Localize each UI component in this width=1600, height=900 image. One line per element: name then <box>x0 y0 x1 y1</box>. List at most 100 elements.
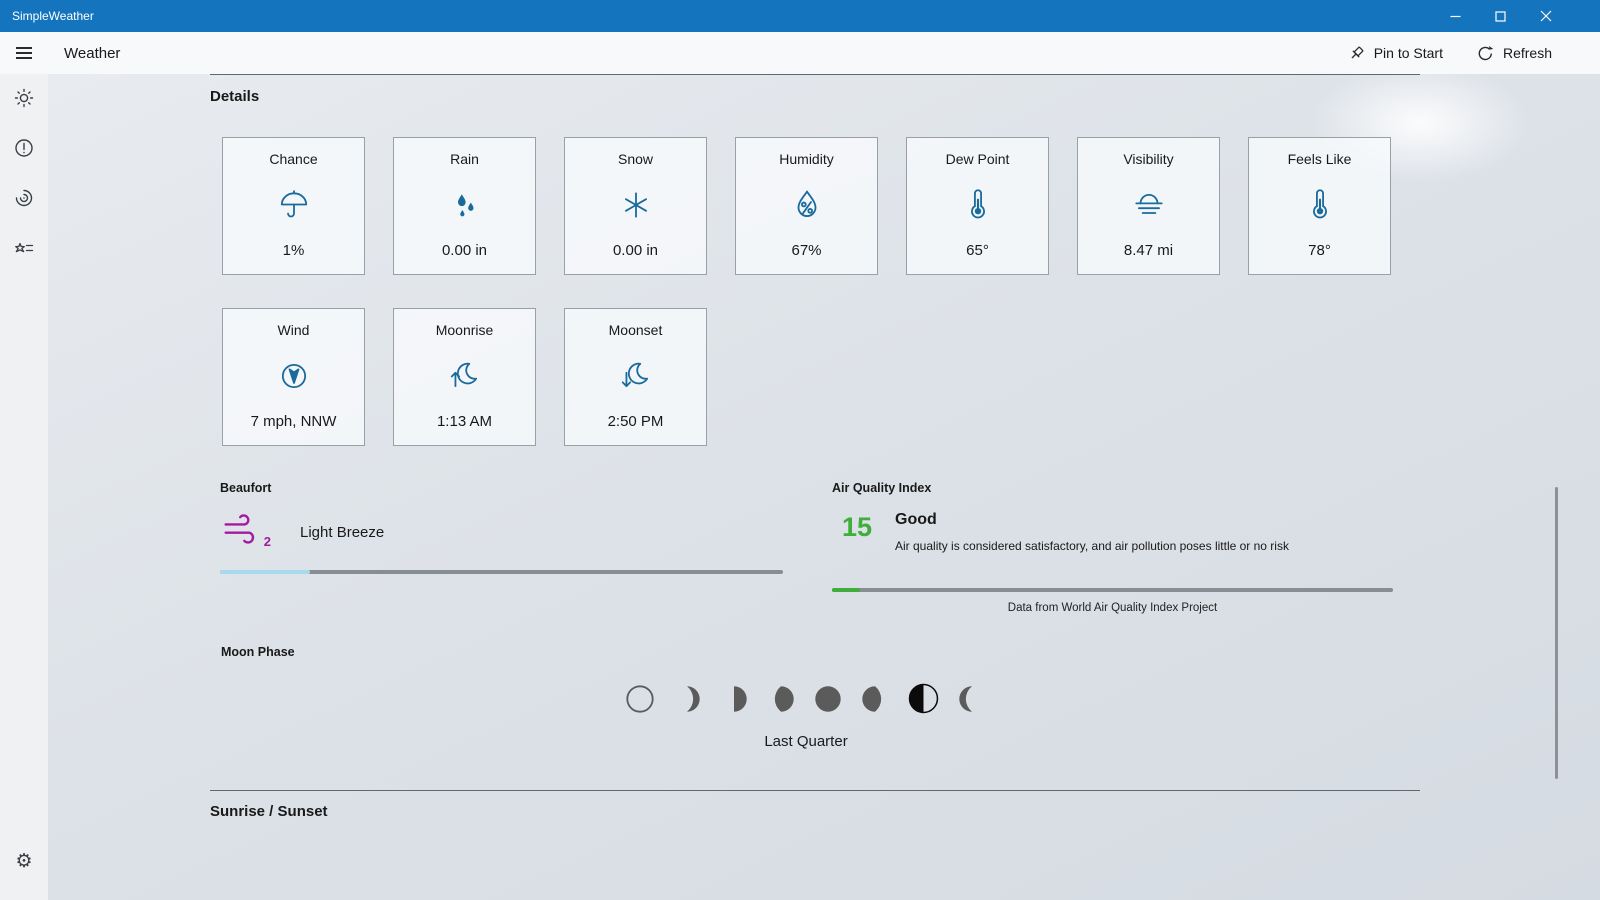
card-value: 2:50 PM <box>607 413 664 430</box>
sidebar-item-alerts[interactable] <box>13 137 35 159</box>
sidebar-item-favorites[interactable] <box>13 237 35 259</box>
card-label: Chance <box>269 151 318 167</box>
header-actions: Pin to Start Refresh <box>1348 45 1552 62</box>
aqi-progress-fill <box>832 588 861 592</box>
app-window: SimpleWeather Weather Pin to Start Refre… <box>0 0 1600 900</box>
sidebar-item-current-weather[interactable] <box>13 87 35 109</box>
beaufort-progress-fill <box>220 570 311 574</box>
scrollbar-thumb[interactable] <box>1555 487 1558 779</box>
detail-card-humidity: Humidity 67% <box>735 137 878 275</box>
moon-phase-waning-crescent-icon <box>957 684 987 714</box>
card-value: 65° <box>966 242 989 259</box>
refresh-button[interactable]: Refresh <box>1477 45 1552 62</box>
card-label: Wind <box>277 322 310 338</box>
details-cards-row-2: Wind 7 mph, NNW Moonrise 1:13 AM Moonset… <box>222 308 707 446</box>
snowflake-icon <box>619 187 653 223</box>
moon-phase-waning-gibbous-icon <box>860 684 890 714</box>
detail-card-visibility: Visibility 8.47 mi <box>1077 137 1220 275</box>
card-value: 7 mph, NNW <box>250 413 337 430</box>
menu-button[interactable] <box>0 32 48 74</box>
card-label: Snow <box>617 151 654 167</box>
card-label: Dew Point <box>945 151 1010 167</box>
card-label: Moonset <box>608 322 663 338</box>
card-value: 0.00 in <box>441 242 488 259</box>
card-label: Feels Like <box>1287 151 1352 167</box>
humidity-drop-icon <box>790 187 824 223</box>
close-button[interactable] <box>1523 0 1568 32</box>
star-list-icon <box>14 238 34 258</box>
sidebar: ⚙ <box>0 74 48 900</box>
gear-icon: ⚙ <box>15 849 33 872</box>
close-icon <box>1540 10 1552 22</box>
moon-phase-new-moon-icon <box>625 684 655 714</box>
titlebar[interactable]: SimpleWeather <box>0 0 1600 32</box>
maximize-button[interactable] <box>1478 0 1523 32</box>
aqi-description: Air quality is considered satisfactory, … <box>895 539 1289 553</box>
card-value: 78° <box>1308 242 1331 259</box>
page-title: Weather <box>64 44 121 62</box>
card-label: Visibility <box>1123 151 1174 167</box>
beaufort-scale-number: 2 <box>263 534 271 549</box>
pin-icon <box>1348 45 1365 62</box>
minimize-button[interactable] <box>1433 0 1478 32</box>
minimize-icon <box>1450 11 1461 22</box>
aqi-category: Good <box>895 511 937 528</box>
aqi-heading: Air Quality Index <box>832 481 932 495</box>
detail-card-chance: Chance 1% <box>222 137 365 275</box>
moon-phase-full-moon-icon <box>813 684 843 714</box>
detail-card-moonrise: Moonrise 1:13 AM <box>393 308 536 446</box>
maximize-icon <box>1495 10 1506 22</box>
section-divider <box>210 74 1420 75</box>
sun-icon <box>14 88 34 108</box>
moonset-icon <box>619 358 653 394</box>
thermometer-icon <box>961 187 995 223</box>
beaufort-label: Light Breeze <box>300 524 385 541</box>
section-divider <box>210 790 1420 791</box>
detail-card-rain: Rain 0.00 in <box>393 137 536 275</box>
moon-phase-last-quarter-icon <box>907 682 940 715</box>
beaufort-progress-bar <box>220 570 783 574</box>
card-label: Rain <box>450 151 479 167</box>
pin-to-start-button[interactable]: Pin to Start <box>1348 45 1443 62</box>
card-value: 1:13 AM <box>436 413 493 430</box>
thermometer-icon <box>1303 187 1337 223</box>
moon-current-phase-label: Last Quarter <box>764 733 848 750</box>
content-area: Details Chance 1% Rain 0.00 in Snow 0.00… <box>48 58 1600 900</box>
aqi-attribution: Data from World Air Quality Index Projec… <box>1007 602 1218 614</box>
beaufort-heading: Beaufort <box>220 481 272 495</box>
aqi-progress-bar <box>832 588 1393 592</box>
card-value: 67% <box>791 242 822 259</box>
moon-phase-row <box>210 682 1402 715</box>
sidebar-item-radar[interactable] <box>13 187 35 209</box>
window-controls <box>1433 0 1568 32</box>
sunrise-sunset-heading: Sunrise / Sunset <box>210 803 328 820</box>
details-cards-row-1: Chance 1% Rain 0.00 in Snow 0.00 in Humi… <box>222 137 1391 275</box>
radar-icon <box>14 188 34 208</box>
refresh-icon <box>1477 45 1494 62</box>
moon-phase-first-quarter-icon <box>719 684 749 714</box>
card-value: 0.00 in <box>612 242 659 259</box>
detail-card-moonset: Moonset 2:50 PM <box>564 308 707 446</box>
raindrops-icon <box>448 187 482 223</box>
beaufort-wind-icon: 2 <box>222 512 271 549</box>
card-label: Humidity <box>779 151 834 167</box>
refresh-label: Refresh <box>1502 45 1552 61</box>
moon-phase-heading: Moon Phase <box>221 645 295 659</box>
details-heading: Details <box>210 88 260 105</box>
detail-card-wind: Wind 7 mph, NNW <box>222 308 365 446</box>
detail-card-snow: Snow 0.00 in <box>564 137 707 275</box>
card-label: Moonrise <box>435 322 494 338</box>
aqi-value: 15 <box>842 512 873 542</box>
umbrella-icon <box>277 187 311 223</box>
moon-phase-waxing-gibbous-icon <box>766 684 796 714</box>
detail-card-feels-like: Feels Like 78° <box>1248 137 1391 275</box>
alert-icon <box>14 138 34 158</box>
pin-to-start-label: Pin to Start <box>1373 45 1443 61</box>
card-value: 1% <box>282 242 305 259</box>
header: Weather Pin to Start Refresh <box>0 32 1600 74</box>
compass-arrow-icon <box>277 358 311 394</box>
sidebar-item-settings[interactable]: ⚙ <box>13 850 35 872</box>
detail-card-dew-point: Dew Point 65° <box>906 137 1049 275</box>
moon-phase-waxing-crescent-icon <box>672 684 702 714</box>
app-title: SimpleWeather <box>12 9 94 23</box>
